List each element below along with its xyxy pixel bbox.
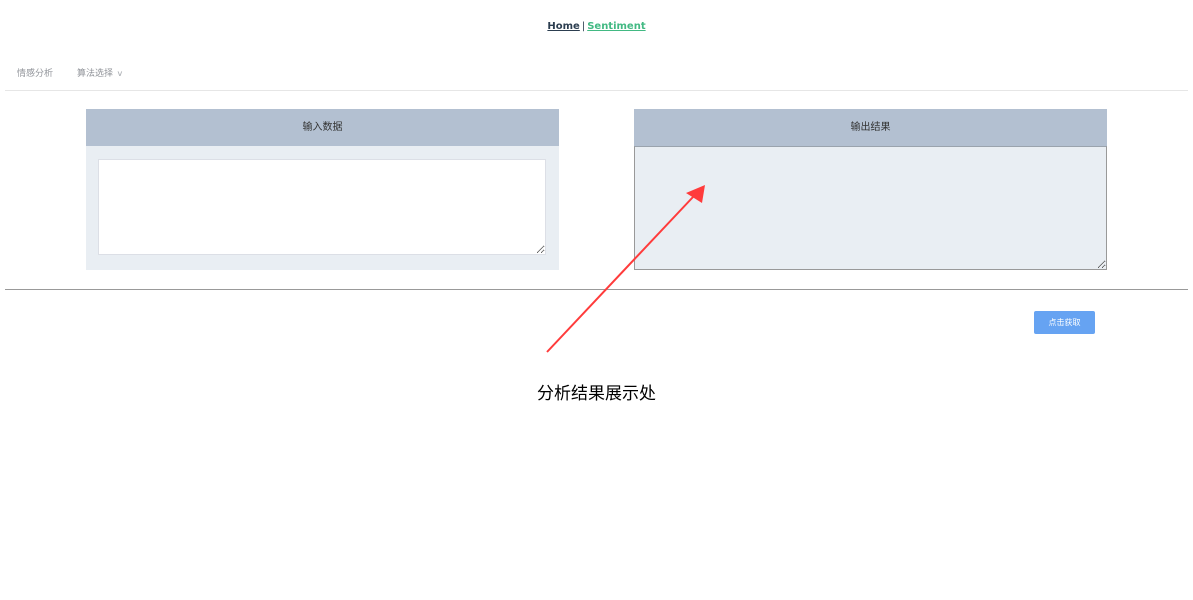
arrow-shaft	[546, 196, 694, 353]
annotation-arrow	[546, 185, 705, 353]
annotation-text: 分析结果展示处	[537, 384, 656, 404]
